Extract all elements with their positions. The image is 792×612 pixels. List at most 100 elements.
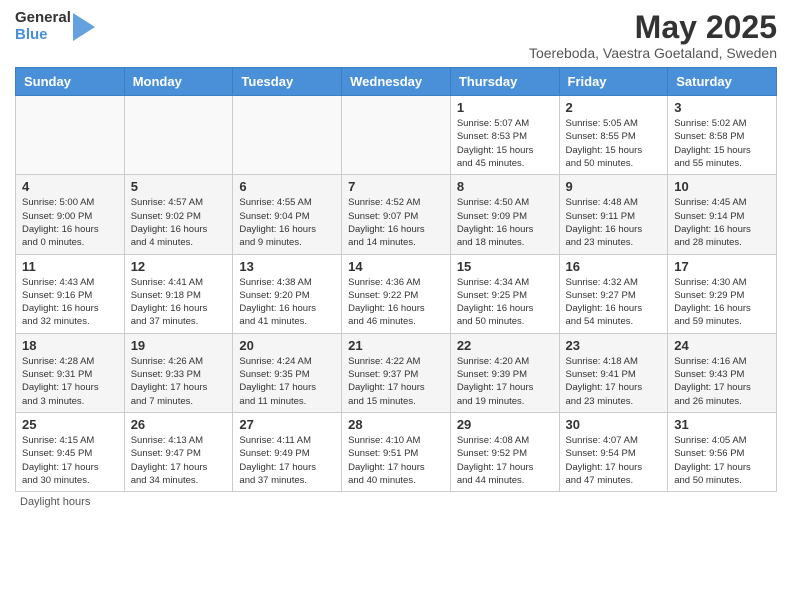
main-title: May 2025 (529, 10, 777, 45)
calendar-week-4: 25Sunrise: 4:15 AM Sunset: 9:45 PM Dayli… (16, 412, 777, 491)
day-info: Sunrise: 4:57 AM Sunset: 9:02 PM Dayligh… (131, 196, 227, 249)
day-number: 25 (22, 417, 118, 432)
day-info: Sunrise: 4:55 AM Sunset: 9:04 PM Dayligh… (239, 196, 335, 249)
weekday-header-friday: Friday (559, 68, 668, 96)
day-number: 9 (566, 179, 662, 194)
calendar-cell: 27 Sunrise: 4:11 AM Sunset: 9:49 PM Dayli… (233, 412, 342, 491)
calendar-cell: 11 Sunrise: 4:43 AM Sunset: 9:16 PM Dayli… (16, 254, 125, 333)
calendar-body: 1 Sunrise: 5:07 AM Sunset: 8:53 PM Daylig… (16, 96, 777, 492)
calendar-cell: 9 Sunrise: 4:48 AM Sunset: 9:11 PM Daylig… (559, 175, 668, 254)
day-info: Sunrise: 5:05 AM Sunset: 8:55 PM Dayligh… (566, 117, 662, 170)
calendar-cell: 2Sunrise: 5:05 AM Sunset: 8:55 PM Daylig… (559, 96, 668, 175)
day-info: Sunrise: 4:18 AM Sunset: 9:41 PM Dayligh… (566, 355, 662, 408)
day-number: 28 (348, 417, 444, 432)
day-info: Sunrise: 4:08 AM Sunset: 9:52 PM Dayligh… (457, 434, 553, 487)
weekday-header-sunday: Sunday (16, 68, 125, 96)
calendar-cell: 12 Sunrise: 4:41 AM Sunset: 9:18 PM Dayli… (124, 254, 233, 333)
day-number: 18 (22, 338, 118, 353)
logo-blue-text: Blue (15, 27, 71, 44)
weekday-header-monday: Monday (124, 68, 233, 96)
day-number: 12 (131, 259, 227, 274)
day-number: 19 (131, 338, 227, 353)
weekday-header-saturday: Saturday (668, 68, 777, 96)
day-number: 31 (674, 417, 770, 432)
page: General Blue May 2025 Toereboda, Vaestra… (0, 0, 792, 518)
day-info: Sunrise: 4:07 AM Sunset: 9:54 PM Dayligh… (566, 434, 662, 487)
logo: General Blue (15, 10, 95, 43)
logo-container: General Blue (15, 10, 95, 43)
calendar-cell: 22 Sunrise: 4:20 AM Sunset: 9:39 PM Dayli… (450, 333, 559, 412)
calendar-cell: 19 Sunrise: 4:26 AM Sunset: 9:33 PM Dayli… (124, 333, 233, 412)
day-info: Sunrise: 4:28 AM Sunset: 9:31 PM Dayligh… (22, 355, 118, 408)
day-info: Sunrise: 4:32 AM Sunset: 9:27 PM Dayligh… (566, 276, 662, 329)
day-info: Sunrise: 4:34 AM Sunset: 9:25 PM Dayligh… (457, 276, 553, 329)
day-info: Sunrise: 4:30 AM Sunset: 9:29 PM Dayligh… (674, 276, 770, 329)
header: General Blue May 2025 Toereboda, Vaestra… (15, 10, 777, 61)
weekday-header-row: SundayMondayTuesdayWednesdayThursdayFrid… (16, 68, 777, 96)
day-info: Sunrise: 4:36 AM Sunset: 9:22 PM Dayligh… (348, 276, 444, 329)
calendar-cell: 17 Sunrise: 4:30 AM Sunset: 9:29 PM Dayli… (668, 254, 777, 333)
calendar-cell: 24Sunrise: 4:16 AM Sunset: 9:43 PM Dayli… (668, 333, 777, 412)
calendar-cell: 29Sunrise: 4:08 AM Sunset: 9:52 PM Dayli… (450, 412, 559, 491)
calendar-cell: 30Sunrise: 4:07 AM Sunset: 9:54 PM Dayli… (559, 412, 668, 491)
calendar-cell: 18 Sunrise: 4:28 AM Sunset: 9:31 PM Dayli… (16, 333, 125, 412)
calendar-table: SundayMondayTuesdayWednesdayThursdayFrid… (15, 67, 777, 492)
day-number: 21 (348, 338, 444, 353)
day-info: Sunrise: 4:38 AM Sunset: 9:20 PM Dayligh… (239, 276, 335, 329)
day-number: 7 (348, 179, 444, 194)
logo-text: General Blue (15, 10, 71, 43)
day-number: 5 (131, 179, 227, 194)
day-number: 27 (239, 417, 335, 432)
calendar-cell: 23 Sunrise: 4:18 AM Sunset: 9:41 PM Dayli… (559, 333, 668, 412)
calendar-cell: 16 Sunrise: 4:32 AM Sunset: 9:27 PM Dayli… (559, 254, 668, 333)
calendar-cell: 28Sunrise: 4:10 AM Sunset: 9:51 PM Dayli… (342, 412, 451, 491)
day-info: Sunrise: 4:26 AM Sunset: 9:33 PM Dayligh… (131, 355, 227, 408)
day-info: Sunrise: 4:11 AM Sunset: 9:49 PM Dayligh… (239, 434, 335, 487)
calendar-cell: 10 Sunrise: 4:45 AM Sunset: 9:14 PM Dayli… (668, 175, 777, 254)
weekday-header-thursday: Thursday (450, 68, 559, 96)
day-info: Sunrise: 4:45 AM Sunset: 9:14 PM Dayligh… (674, 196, 770, 249)
logo-arrow-icon (73, 13, 95, 41)
day-number: 11 (22, 259, 118, 274)
calendar-cell: 31 Sunrise: 4:05 AM Sunset: 9:56 PM Dayli… (668, 412, 777, 491)
calendar-cell: 5 Sunrise: 4:57 AM Sunset: 9:02 PM Daylig… (124, 175, 233, 254)
calendar-week-3: 18 Sunrise: 4:28 AM Sunset: 9:31 PM Dayli… (16, 333, 777, 412)
day-info: Sunrise: 4:16 AM Sunset: 9:43 PM Dayligh… (674, 355, 770, 408)
calendar-week-1: 4 Sunrise: 5:00 AM Sunset: 9:00 PM Daylig… (16, 175, 777, 254)
day-info: Sunrise: 5:00 AM Sunset: 9:00 PM Dayligh… (22, 196, 118, 249)
day-number: 17 (674, 259, 770, 274)
calendar-cell: 6Sunrise: 4:55 AM Sunset: 9:04 PM Daylig… (233, 175, 342, 254)
day-info: Sunrise: 5:02 AM Sunset: 8:58 PM Dayligh… (674, 117, 770, 170)
calendar-cell (342, 96, 451, 175)
calendar-cell (233, 96, 342, 175)
day-number: 26 (131, 417, 227, 432)
day-info: Sunrise: 4:43 AM Sunset: 9:16 PM Dayligh… (22, 276, 118, 329)
calendar-cell: 13 Sunrise: 4:38 AM Sunset: 9:20 PM Dayli… (233, 254, 342, 333)
day-info: Sunrise: 4:20 AM Sunset: 9:39 PM Dayligh… (457, 355, 553, 408)
day-number: 13 (239, 259, 335, 274)
calendar-cell: 1 Sunrise: 5:07 AM Sunset: 8:53 PM Daylig… (450, 96, 559, 175)
day-info: Sunrise: 4:05 AM Sunset: 9:56 PM Dayligh… (674, 434, 770, 487)
day-info: Sunrise: 4:41 AM Sunset: 9:18 PM Dayligh… (131, 276, 227, 329)
day-number: 16 (566, 259, 662, 274)
calendar-cell: 15Sunrise: 4:34 AM Sunset: 9:25 PM Dayli… (450, 254, 559, 333)
day-info: Sunrise: 5:07 AM Sunset: 8:53 PM Dayligh… (457, 117, 553, 170)
calendar-header: SundayMondayTuesdayWednesdayThursdayFrid… (16, 68, 777, 96)
day-info: Sunrise: 4:13 AM Sunset: 9:47 PM Dayligh… (131, 434, 227, 487)
calendar-cell: 20Sunrise: 4:24 AM Sunset: 9:35 PM Dayli… (233, 333, 342, 412)
title-block: May 2025 Toereboda, Vaestra Goetaland, S… (529, 10, 777, 61)
subtitle: Toereboda, Vaestra Goetaland, Sweden (529, 45, 777, 61)
footer-note: Daylight hours (15, 496, 777, 508)
day-number: 1 (457, 100, 553, 115)
calendar-cell: 7Sunrise: 4:52 AM Sunset: 9:07 PM Daylig… (342, 175, 451, 254)
day-number: 8 (457, 179, 553, 194)
day-number: 14 (348, 259, 444, 274)
day-info: Sunrise: 4:48 AM Sunset: 9:11 PM Dayligh… (566, 196, 662, 249)
calendar-cell (16, 96, 125, 175)
day-number: 23 (566, 338, 662, 353)
day-number: 4 (22, 179, 118, 194)
weekday-header-tuesday: Tuesday (233, 68, 342, 96)
day-number: 3 (674, 100, 770, 115)
day-number: 22 (457, 338, 553, 353)
day-number: 10 (674, 179, 770, 194)
